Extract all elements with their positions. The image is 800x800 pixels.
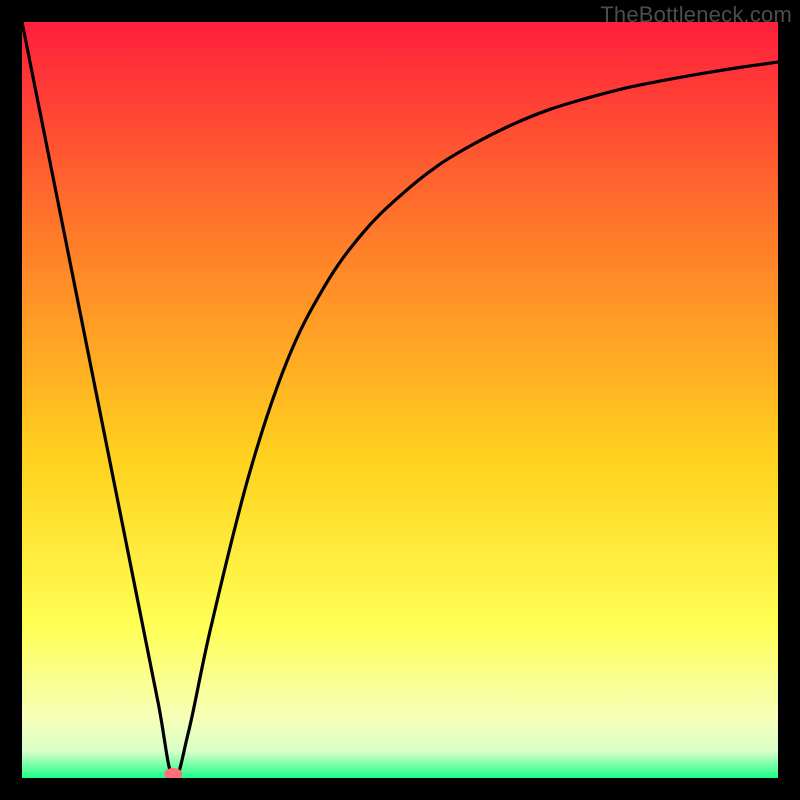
gradient-background [22,22,778,778]
chart-frame: TheBottleneck.com [0,0,800,800]
plot-area [22,22,778,778]
watermark-text: TheBottleneck.com [600,2,792,28]
bottleneck-chart [22,22,778,778]
